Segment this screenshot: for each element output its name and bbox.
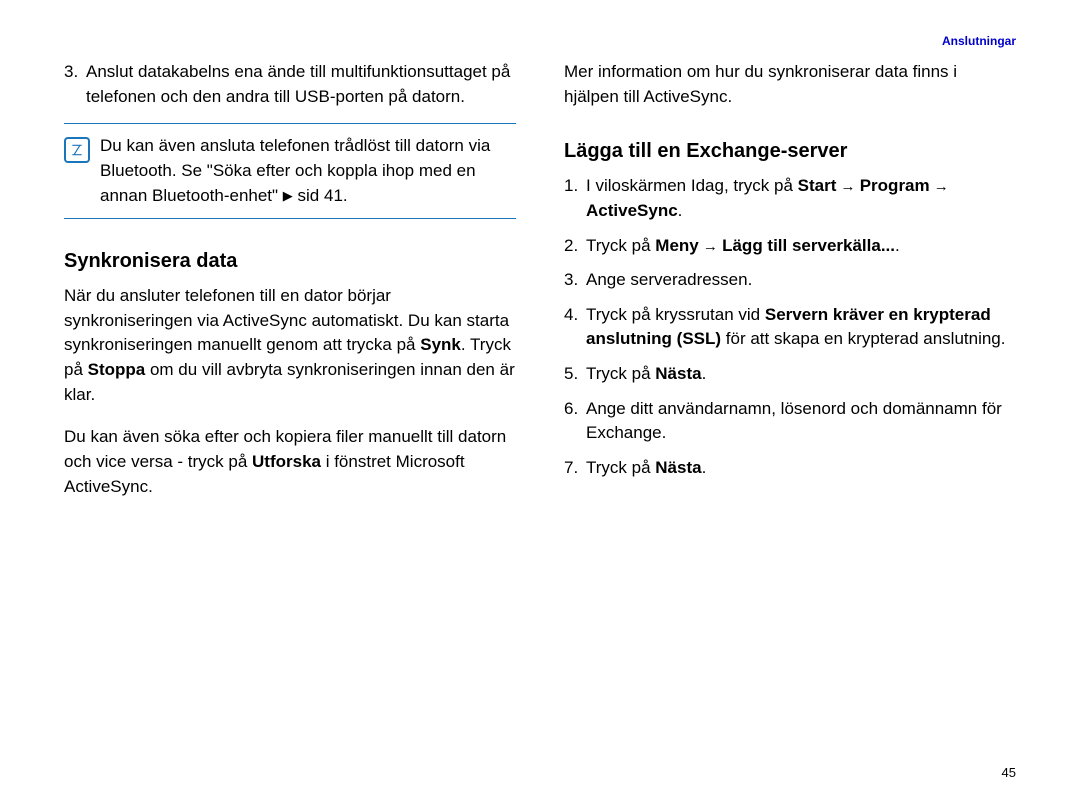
header-section: Anslutningar (942, 34, 1016, 48)
note-text: Du kan även ansluta telefonen trådlöst t… (100, 134, 516, 208)
bold-synk: Synk (420, 335, 461, 354)
step-6: 6. Ange ditt användarnamn, lösenord och … (564, 397, 1016, 446)
t: Tryck på (586, 458, 655, 477)
t: Tryck på (586, 236, 655, 255)
bold-program: Program (860, 176, 930, 195)
left-step-3: 3. Anslut datakabelns ena ände till mult… (64, 60, 516, 109)
bold-meny: Meny (655, 236, 698, 255)
bold-nasta: Nästa (655, 364, 701, 383)
left-step-3-text: Anslut datakabelns ena ände till multifu… (86, 60, 516, 109)
heading-exchange: Lägga till en Exchange-server (564, 137, 1016, 166)
step-4-body: Tryck på kryssrutan vid Servern kräver e… (586, 303, 1016, 352)
step-6-body: Ange ditt användarnamn, lösenord och dom… (586, 397, 1016, 446)
step-2: 2. Tryck på Meny → Lägg till serverkälla… (564, 234, 1016, 259)
step-2-body: Tryck på Meny → Lägg till serverkälla...… (586, 234, 1016, 259)
left-column: 3. Anslut datakabelns ena ände till mult… (64, 60, 516, 770)
step-1: 1. I viloskärmen Idag, tryck på Start → … (564, 174, 1016, 223)
num-3r: 3. (564, 268, 586, 293)
step-5-body: Tryck på Nästa. (586, 362, 1016, 387)
note-page: sid 41. (298, 186, 348, 205)
t: för att skapa en krypterad anslutning. (721, 329, 1005, 348)
right-intro: Mer information om hur du synkroniserar … (564, 60, 1016, 109)
bold-activesync: ActiveSync (586, 201, 678, 220)
bold-stoppa: Stoppa (88, 360, 146, 379)
page-number: 45 (1002, 765, 1016, 780)
num-4: 4. (564, 303, 586, 352)
num-5: 5. (564, 362, 586, 387)
num-7: 7. (564, 456, 586, 481)
step-7: 7. Tryck på Nästa. (564, 456, 1016, 481)
note-icon (64, 137, 90, 163)
step-4: 4. Tryck på kryssrutan vid Servern kräve… (564, 303, 1016, 352)
t: . (702, 364, 707, 383)
num-6: 6. (564, 397, 586, 446)
t: . (702, 458, 707, 477)
num-2: 2. (564, 234, 586, 259)
step-1-body: I viloskärmen Idag, tryck på Start → Pro… (586, 174, 1016, 223)
triangle-icon: ▶ (283, 188, 293, 203)
t: . (895, 236, 900, 255)
num-1: 1. (564, 174, 586, 223)
t: . (678, 201, 683, 220)
right-column: Mer information om hur du synkroniserar … (564, 60, 1016, 770)
t: Tryck på kryssrutan vid (586, 305, 765, 324)
bold-utforska: Utforska (252, 452, 321, 471)
step-7-body: Tryck på Nästa. (586, 456, 1016, 481)
t: I viloskärmen Idag, tryck på (586, 176, 798, 195)
note-pre: Du kan även ansluta telefonen trådlöst t… (100, 136, 490, 204)
sync-paragraph-1: När du ansluter telefonen till en dator … (64, 284, 516, 407)
arrow-icon: → (930, 178, 949, 195)
step-3: 3. Ange serveradressen. (564, 268, 1016, 293)
num-3: 3. (64, 60, 86, 109)
step-5: 5. Tryck på Nästa. (564, 362, 1016, 387)
step-3-body: Ange serveradressen. (586, 268, 1016, 293)
bold-start: Start (798, 176, 837, 195)
bold-lagg-till: Lägg till serverkälla... (722, 236, 895, 255)
heading-sync: Synkronisera data (64, 247, 516, 276)
note-box: Du kan även ansluta telefonen trådlöst t… (64, 123, 516, 219)
bold-nasta-2: Nästa (655, 458, 701, 477)
arrow-icon: → (699, 238, 722, 255)
t: Tryck på (586, 364, 655, 383)
sync-paragraph-2: Du kan även söka efter och kopiera filer… (64, 425, 516, 499)
arrow-icon: → (836, 178, 859, 195)
